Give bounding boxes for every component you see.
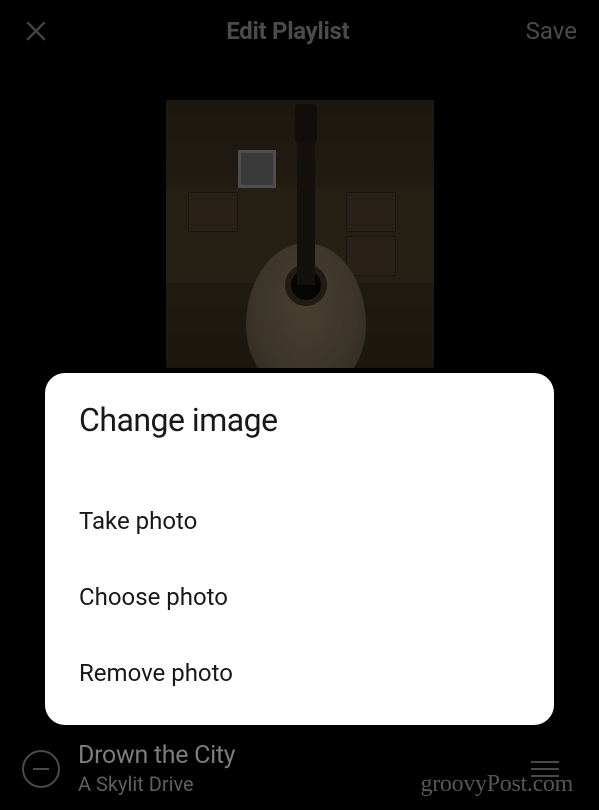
- track-title: Drown the City: [78, 741, 513, 770]
- close-icon: [23, 18, 49, 44]
- close-button[interactable]: [22, 17, 50, 45]
- drag-handle[interactable]: [531, 761, 559, 777]
- change-image-sheet: Change image Take photo Choose photo Rem…: [45, 373, 554, 725]
- track-artist: A Skylit Drive: [78, 772, 513, 796]
- minus-icon: [33, 768, 49, 770]
- track-row: Drown the City A Skylit Drive: [0, 727, 599, 810]
- take-photo-option[interactable]: Take photo: [79, 483, 520, 559]
- header-bar: Edit Playlist Save: [0, 0, 599, 62]
- track-info: Drown the City A Skylit Drive: [78, 741, 513, 796]
- choose-photo-option[interactable]: Choose photo: [79, 559, 520, 635]
- page-title: Edit Playlist: [226, 17, 349, 45]
- cover-container: [0, 100, 599, 368]
- save-button[interactable]: Save: [526, 17, 577, 45]
- remove-photo-option[interactable]: Remove photo: [79, 635, 520, 695]
- playlist-cover-image[interactable]: [166, 100, 434, 368]
- sheet-title: Change image: [79, 401, 520, 439]
- remove-track-button[interactable]: [22, 750, 60, 788]
